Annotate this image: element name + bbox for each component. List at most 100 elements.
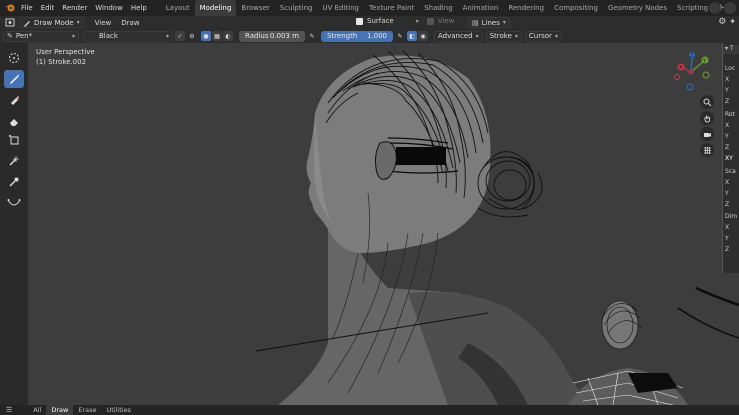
gear-icon[interactable]: ⚙: [718, 17, 726, 27]
status-tab-erase[interactable]: Erase: [73, 405, 101, 415]
curve-tool-icon[interactable]: [4, 194, 24, 212]
chevron-down-icon: ▾: [502, 19, 506, 26]
vertex-color-icon[interactable]: ▦: [212, 31, 222, 41]
zoom-icon[interactable]: [700, 95, 714, 109]
stabilizer-icon[interactable]: ◧: [407, 31, 417, 41]
menu-draw[interactable]: Draw: [116, 19, 144, 27]
status-tab-all[interactable]: All: [28, 405, 46, 415]
mode-label: Draw Mode: [34, 18, 74, 27]
status-bar: ☰ All Draw Erase Utilities: [0, 405, 739, 415]
tab-geometry-nodes[interactable]: Geometry Nodes: [603, 0, 672, 16]
tab-compositing[interactable]: Compositing: [549, 0, 603, 16]
material-dropdown[interactable]: Black ▾: [83, 30, 173, 42]
pan-hand-icon[interactable]: [700, 111, 714, 125]
tab-rendering[interactable]: Rendering: [503, 0, 549, 16]
rot-z[interactable]: Z: [725, 144, 729, 151]
rot-label: Rot: [725, 111, 735, 118]
draw-mode-icon: [24, 20, 30, 27]
menu-view[interactable]: View: [90, 19, 117, 27]
advanced-dropdown[interactable]: Advanced ▾: [434, 30, 483, 42]
color-swatch-icon[interactable]: ◐: [223, 31, 233, 41]
tab-sculpting[interactable]: Sculpting: [275, 0, 318, 16]
surface-checkbox[interactable]: [356, 17, 363, 25]
box-tool-icon[interactable]: [4, 131, 24, 149]
dim-x[interactable]: X: [725, 224, 729, 231]
tab-modeling[interactable]: Modeling: [194, 0, 237, 16]
chevron-down-icon: ▾: [76, 19, 80, 26]
tab-browser[interactable]: Browser: [236, 0, 274, 16]
tint-tool-icon[interactable]: [4, 152, 24, 170]
view-checkbox[interactable]: [426, 17, 434, 25]
advanced-label: Advanced: [438, 32, 473, 40]
tab-scripting[interactable]: Scripting: [672, 0, 713, 16]
tool-settings-bar: ✎ Pen* ▾ Black ▾ ✓ ⚙ ● ▦ ◐ Radius 0.003 …: [0, 29, 739, 43]
chevron-down-icon: ▾: [514, 32, 518, 40]
brush-dropdown[interactable]: ✎ Pen* ▾: [3, 30, 79, 42]
tab-shading[interactable]: Shading: [419, 0, 457, 16]
menu-render[interactable]: Render: [58, 0, 91, 16]
blender-logo-icon[interactable]: [3, 1, 17, 15]
scale-y[interactable]: Y: [725, 190, 729, 197]
rot-y[interactable]: Y: [725, 133, 729, 140]
scale-x[interactable]: X: [725, 179, 729, 186]
menu-icon[interactable]: ☰: [0, 406, 18, 414]
svg-text:Z: Z: [690, 53, 694, 59]
mode-dropdown[interactable]: Draw Mode ▾: [19, 17, 84, 28]
3d-viewport[interactable]: User Perspective (1) Stroke.002 Y X Z: [28, 43, 739, 405]
menu-edit[interactable]: Edit: [37, 0, 59, 16]
color-mode-icon[interactable]: ●: [201, 31, 211, 41]
menu-file[interactable]: File: [17, 0, 37, 16]
tab-texture-paint[interactable]: Texture Paint: [364, 0, 419, 16]
tab-uv-editing[interactable]: UV Editing: [317, 0, 364, 16]
tab-animation[interactable]: Animation: [458, 0, 504, 16]
brush-toggle-icon[interactable]: ◉: [418, 31, 428, 41]
navigation-gizmo-icon[interactable]: Y X Z: [668, 49, 714, 95]
tab-layout[interactable]: Layout: [161, 0, 195, 16]
draw-tool-icon[interactable]: [4, 70, 24, 88]
loc-z[interactable]: Z: [725, 98, 729, 105]
scene-icon[interactable]: [709, 2, 721, 14]
settings-icon[interactable]: ⚙: [187, 31, 197, 41]
rot-x[interactable]: X: [725, 122, 729, 129]
strength-field[interactable]: Strength 1.000: [321, 30, 393, 42]
radius-value: 0.003 m: [269, 32, 299, 40]
strength-pressure-icon[interactable]: ✎: [395, 31, 405, 41]
erase-tool-icon[interactable]: [4, 112, 24, 130]
panel-header[interactable]: ▾ T: [723, 45, 739, 54]
stroke-label: Stroke: [489, 32, 512, 40]
menu-window[interactable]: Window: [91, 0, 127, 16]
loc-x[interactable]: X: [725, 76, 729, 83]
chevron-down-icon: ▾: [165, 32, 169, 40]
scene-selector-group: [709, 2, 736, 14]
radius-field[interactable]: Radius 0.003 m: [239, 30, 305, 42]
pin-material-icon[interactable]: ✓: [175, 31, 185, 41]
status-tab-utilities[interactable]: Utilities: [101, 405, 135, 415]
svg-text:X: X: [679, 65, 683, 71]
sidebar-n-panel[interactable]: ▾ T Loc X Y Z Rot X Y Z XY Sca X Y Z Dim…: [722, 43, 739, 273]
select-tool-icon[interactable]: [4, 49, 24, 67]
cursor-dropdown[interactable]: Cursor ▾: [524, 30, 562, 42]
scale-z[interactable]: Z: [725, 201, 729, 208]
editor-type-icon[interactable]: [3, 17, 17, 28]
grid-icon[interactable]: [700, 143, 714, 157]
brush-label: Pen*: [15, 32, 33, 40]
strength-value: 1.000: [366, 32, 387, 40]
stroke-dropdown[interactable]: Stroke ▾: [485, 30, 522, 42]
dim-y[interactable]: Y: [725, 235, 729, 242]
fill-tool-icon[interactable]: [4, 91, 24, 109]
lines-dropdown[interactable]: ▤ Lines ▾: [468, 17, 510, 28]
loc-y[interactable]: Y: [725, 87, 729, 94]
chevron-down-icon[interactable]: ▾: [416, 18, 419, 25]
pin-icon[interactable]: ✦: [729, 17, 736, 27]
radius-pressure-icon[interactable]: ✎: [307, 31, 317, 41]
eyedropper-icon[interactable]: [4, 173, 24, 191]
pen-icon: ✎: [7, 32, 13, 40]
view-layer-icon[interactable]: [724, 2, 736, 14]
status-tab-draw[interactable]: Draw: [46, 405, 74, 415]
menu-help[interactable]: Help: [127, 0, 151, 16]
camera-icon[interactable]: [700, 127, 714, 141]
rot-mode[interactable]: XY: [725, 155, 733, 162]
lines-label: Lines: [481, 18, 500, 27]
dim-z[interactable]: Z: [725, 246, 729, 253]
top-menu-bar: File Edit Render Window Help Layout Mode…: [0, 0, 739, 16]
